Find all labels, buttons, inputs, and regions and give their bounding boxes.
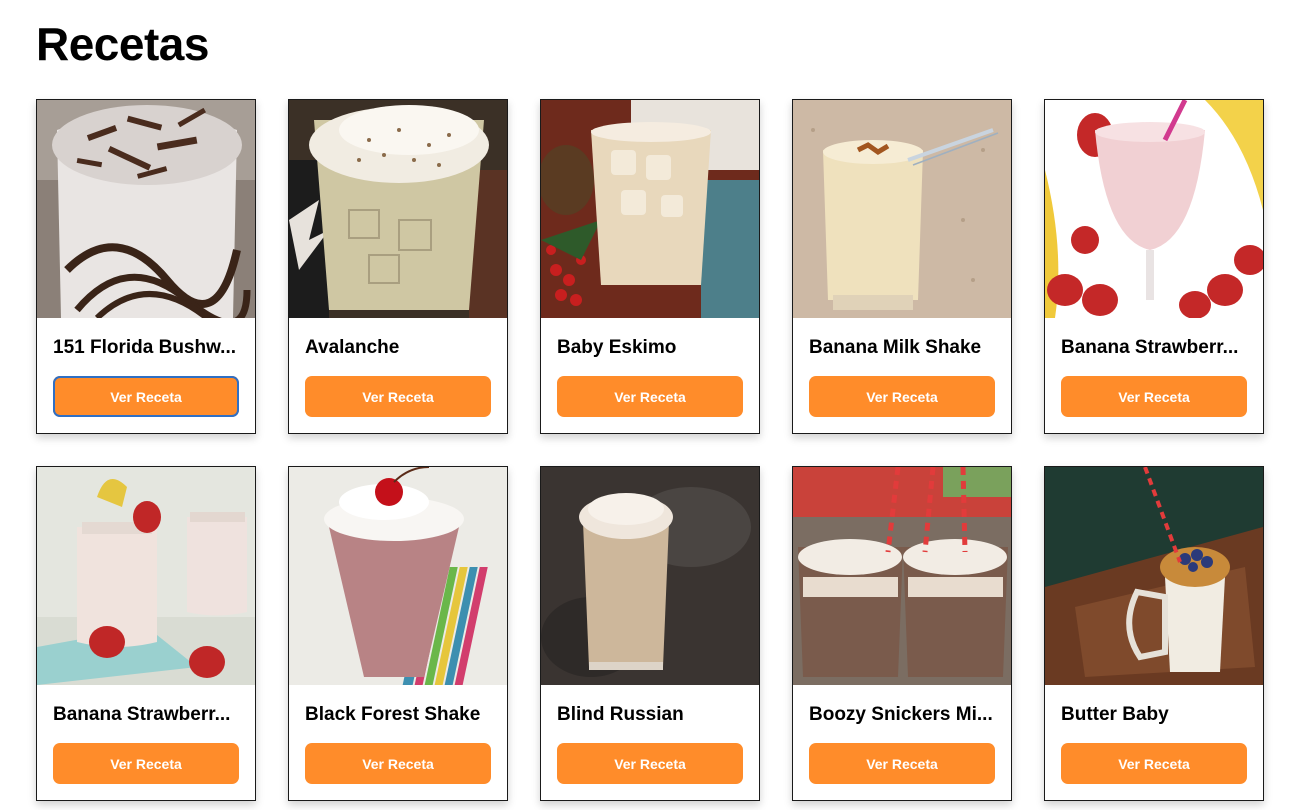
recipe-title: Banana Strawberr... [1061,337,1239,358]
recipe-image [541,467,759,685]
recipes-page: Recetas 151 Florida Bushw... Ver Receta … [0,0,1308,810]
recipe-image [289,467,507,685]
recipe-card: Avalanche Ver Receta [288,99,508,434]
recipe-card: Butter Baby Ver Receta [1044,466,1264,801]
recipe-title: Baby Eskimo [557,337,677,358]
recipe-image [793,467,1011,685]
recipe-image [1045,100,1263,318]
recipe-card: 151 Florida Bushw... Ver Receta [36,99,256,434]
recipe-image [37,467,255,685]
recipe-card: Banana Milk Shake Ver Receta [792,99,1012,434]
view-recipe-button[interactable]: Ver Receta [53,376,239,417]
recipe-title: Avalanche [305,337,400,358]
recipe-title: Banana Strawberr... [53,704,231,725]
recipe-title: Blind Russian [557,704,684,725]
recipe-image [37,100,255,318]
page-title: Recetas [36,18,209,70]
recipe-card: Banana Strawberr... Ver Receta [36,466,256,801]
view-recipe-button[interactable]: Ver Receta [1061,376,1247,417]
recipe-title: Black Forest Shake [305,704,481,725]
recipe-image [289,100,507,318]
recipe-image [541,100,759,318]
recipe-image [1045,467,1263,685]
recipe-title: Butter Baby [1061,704,1169,725]
recipe-image [793,100,1011,318]
recipe-title: Boozy Snickers Mi... [809,704,993,725]
view-recipe-button[interactable]: Ver Receta [809,743,995,784]
view-recipe-button[interactable]: Ver Receta [1061,743,1247,784]
view-recipe-button[interactable]: Ver Receta [305,743,491,784]
view-recipe-button[interactable]: Ver Receta [305,376,491,417]
view-recipe-button[interactable]: Ver Receta [53,743,239,784]
recipe-card: Baby Eskimo Ver Receta [540,99,760,434]
view-recipe-button[interactable]: Ver Receta [557,743,743,784]
recipe-grid: 151 Florida Bushw... Ver Receta Avalanch… [36,99,1266,801]
recipe-card: Blind Russian Ver Receta [540,466,760,801]
recipe-title: 151 Florida Bushw... [53,337,237,358]
view-recipe-button[interactable]: Ver Receta [557,376,743,417]
recipe-card: Banana Strawberr... Ver Receta [1044,99,1264,434]
view-recipe-button[interactable]: Ver Receta [809,376,995,417]
recipe-card: Black Forest Shake Ver Receta [288,466,508,801]
recipe-title: Banana Milk Shake [809,337,982,358]
recipe-card: Boozy Snickers Mi... Ver Receta [792,466,1012,801]
